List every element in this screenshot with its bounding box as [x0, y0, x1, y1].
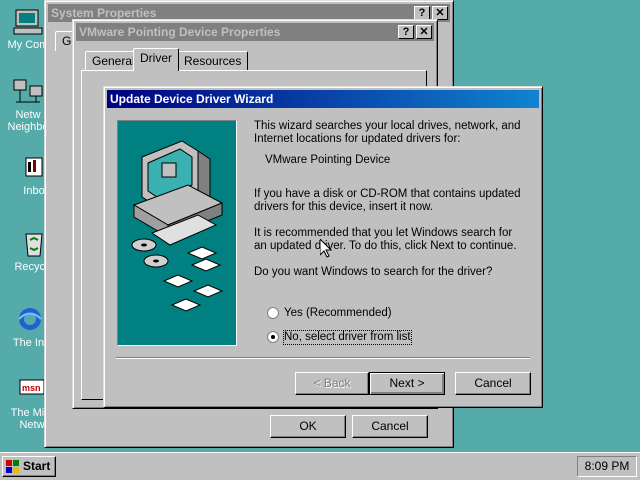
separator	[116, 357, 530, 359]
help-button[interactable]: ?	[414, 6, 430, 20]
back-button[interactable]: < Back	[295, 372, 369, 395]
close-button[interactable]: ✕	[432, 6, 448, 20]
tab-resources[interactable]: Resources	[177, 51, 249, 71]
network-neighborhood-icon	[13, 79, 43, 103]
tab-driver[interactable]: Driver	[133, 48, 179, 71]
computer-illustration	[131, 140, 224, 312]
ok-button[interactable]: OK	[270, 415, 346, 438]
clock[interactable]: 8:09 PM	[585, 459, 630, 473]
taskbar: Start 8:09 PM	[0, 452, 640, 480]
start-button[interactable]: Start	[2, 456, 56, 477]
option-yes-recommended[interactable]: Yes (Recommended)	[265, 306, 465, 322]
windows-logo-icon	[6, 460, 19, 473]
cancel-button[interactable]: Cancel	[455, 372, 531, 395]
mouse-cursor	[320, 239, 332, 258]
wizard-illustration	[117, 120, 237, 346]
option-label: Yes (Recommended)	[284, 307, 392, 319]
window-title: System Properties	[51, 6, 157, 20]
help-button[interactable]: ?	[398, 25, 414, 39]
my-computer-icon	[13, 9, 43, 35]
radio-no[interactable]	[267, 331, 279, 343]
system-tray: 8:09 PM	[577, 456, 637, 477]
close-button[interactable]: ✕	[416, 25, 432, 39]
intro-text: This wizard searches your local drives, …	[254, 120, 521, 145]
device-properties-titlebar[interactable]: VMware Pointing Device Properties ? ✕	[76, 23, 434, 41]
option-no-select-list[interactable]: No, select driver from list	[265, 330, 505, 346]
cancel-button[interactable]: Cancel	[352, 415, 428, 438]
next-button[interactable]: Next >	[369, 372, 445, 395]
search-question: Do you want Windows to search for the dr…	[254, 266, 493, 278]
start-label: Start	[23, 459, 51, 473]
wizard-titlebar[interactable]: Update Device Driver Wizard	[107, 90, 539, 108]
option-label: No, select driver from list	[283, 330, 412, 345]
window-title: VMware Pointing Device Properties	[79, 25, 281, 39]
radio-yes[interactable]	[267, 307, 279, 319]
svg-text:msn: msn	[22, 383, 41, 393]
device-name: VMware Pointing Device	[265, 154, 391, 166]
radio-selected-dot	[271, 335, 275, 339]
disk-instructions: If you have a disk or CD-ROM that contai…	[254, 188, 521, 213]
recommendation-text: It is recommended that you let Windows s…	[254, 227, 517, 252]
internet-explorer-icon	[18, 308, 42, 330]
window-title: Update Device Driver Wizard	[110, 92, 274, 106]
